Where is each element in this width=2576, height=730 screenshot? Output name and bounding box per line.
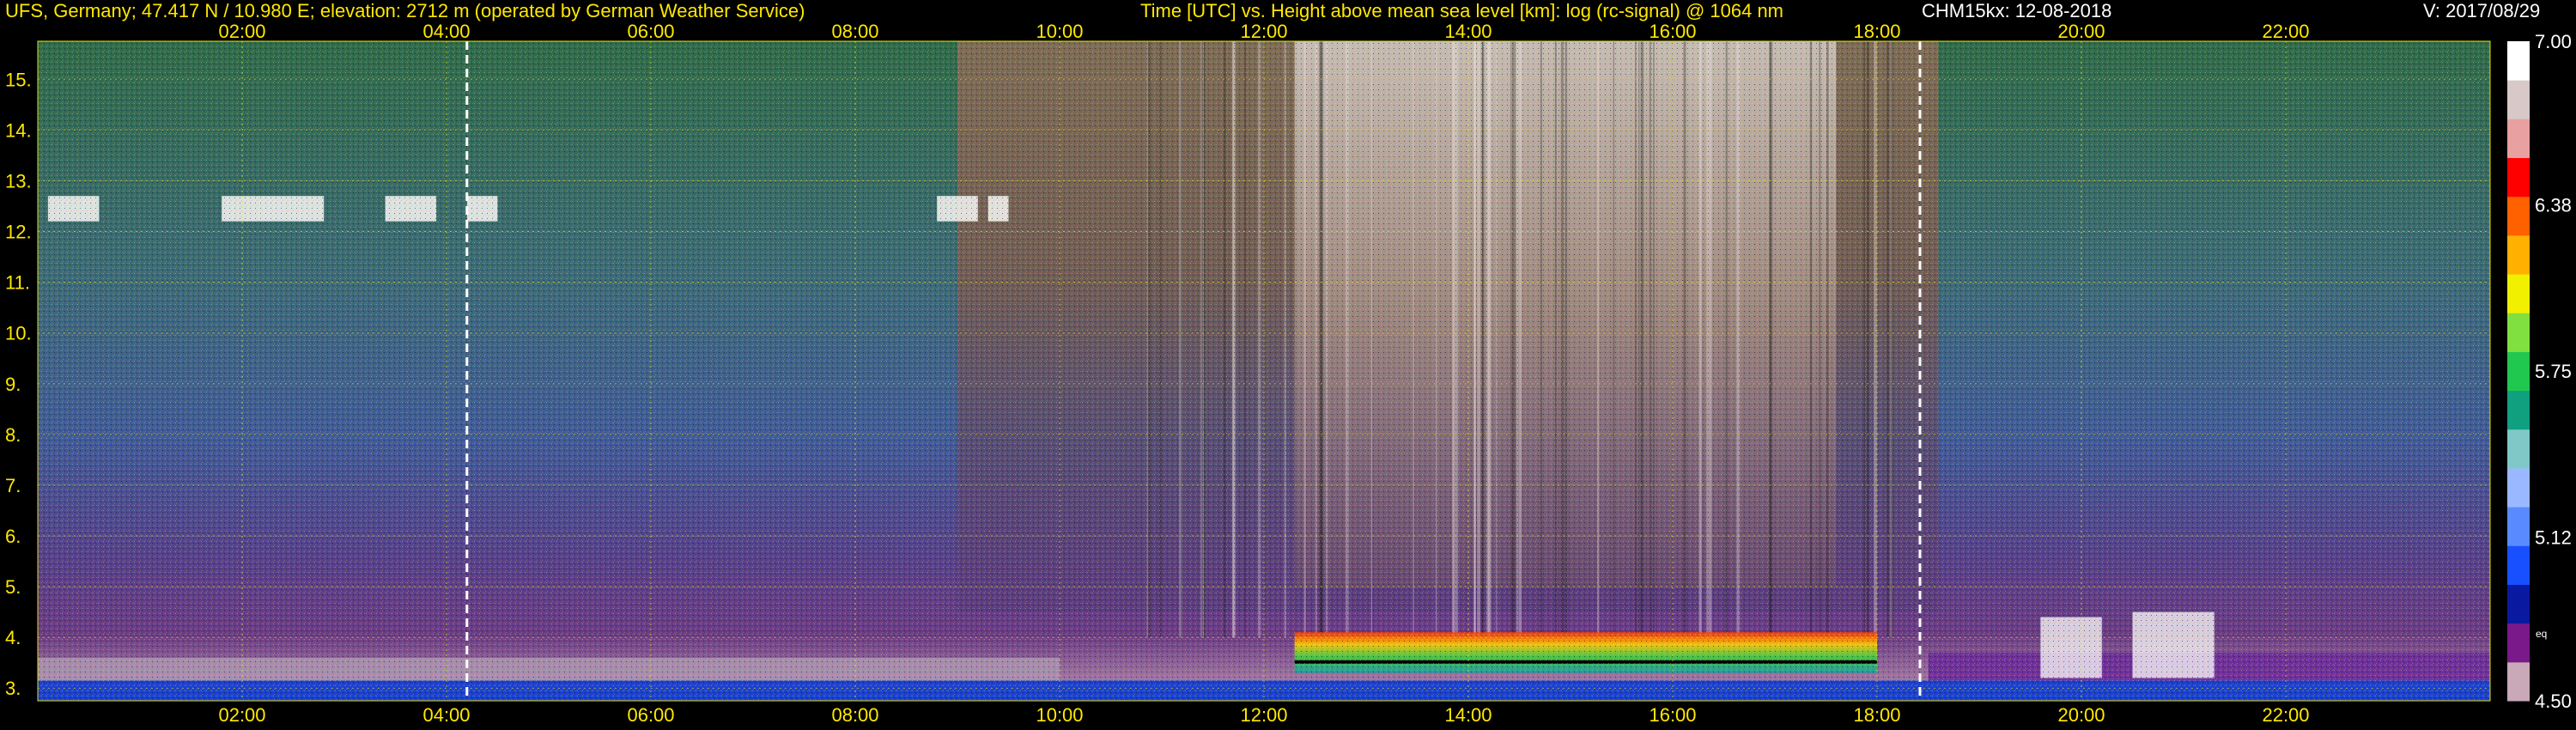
- y-tick-label: 11.: [5, 272, 30, 294]
- colorbar-segment: [2507, 351, 2530, 392]
- y-tick-label: 14.: [5, 119, 32, 141]
- colorbar: 7.00 6.38 5.75 5.12 4.50 eq: [2507, 31, 2572, 712]
- colorbar-segment: [2507, 390, 2530, 430]
- x-tick-label-bottom: 06:00: [627, 704, 674, 726]
- colorbar-segment: [2507, 507, 2530, 546]
- colorbar-segment: [2507, 623, 2530, 663]
- x-tick-label-top: 04:00: [422, 21, 470, 42]
- x-tick-label-top: 12:00: [1240, 21, 1287, 42]
- x-tick-label-top: 10:00: [1036, 21, 1083, 42]
- y-tick-label: 9.: [5, 374, 21, 395]
- x-tick-label-top: 14:00: [1444, 21, 1492, 42]
- colorbar-segment: [2507, 429, 2530, 469]
- colorbar-label: 4.50: [2535, 690, 2572, 712]
- x-tick-label-top: 16:00: [1649, 21, 1696, 42]
- colorbar-segment: [2507, 196, 2530, 236]
- y-tick-label: 15.: [5, 69, 32, 90]
- colorbar-segment: [2507, 584, 2530, 624]
- colorbar-segment: [2507, 661, 2530, 702]
- y-tick-label: 8.: [5, 424, 21, 446]
- y-tick-label: 6.: [5, 526, 21, 547]
- y-tick-label: 7.: [5, 475, 21, 496]
- x-tick-label-bottom: 18:00: [1853, 704, 1900, 726]
- ceilometer-plot: 02:00 02:00 04:00 04:00 06:00 06:00 08:00 08:00…: [5, 21, 2572, 726]
- colorbar-label: 6.38: [2535, 194, 2572, 216]
- colorbar-segment: [2507, 157, 2530, 198]
- colorbar-label: 5.12: [2535, 527, 2572, 549]
- x-tick-label-top: 22:00: [2262, 21, 2309, 42]
- colorbar-segment: [2507, 545, 2530, 585]
- colorbar-segment: [2507, 119, 2530, 159]
- x-tick-label-bottom: 22:00: [2262, 704, 2309, 726]
- x-tick-label-top: 06:00: [627, 21, 674, 42]
- x-tick-label-bottom: 12:00: [1240, 704, 1287, 726]
- x-tick-label-bottom: 08:00: [831, 704, 878, 726]
- y-tick-label: 5.: [5, 576, 21, 598]
- colorbar-unit: eq: [2536, 628, 2547, 640]
- colorbar-segment: [2507, 41, 2530, 81]
- colorbar-segment: [2507, 313, 2530, 352]
- y-tick-label: 13.: [5, 170, 32, 192]
- x-tick-label-top: 20:00: [2057, 21, 2105, 42]
- x-tick-label-bottom: 10:00: [1036, 704, 1083, 726]
- x-tick-label-top: 08:00: [831, 21, 878, 42]
- x-tick-label-top: 02:00: [218, 21, 265, 42]
- x-tick-label-bottom: 16:00: [1649, 704, 1696, 726]
- x-tick-label-bottom: 20:00: [2057, 704, 2105, 726]
- x-tick-label-top: 18:00: [1853, 21, 1900, 42]
- x-tick-label-bottom: 14:00: [1444, 704, 1492, 726]
- colorbar-segment: [2507, 467, 2530, 508]
- x-tick-label-bottom: 04:00: [422, 704, 470, 726]
- y-tick-label: 3.: [5, 678, 21, 699]
- colorbar-segment: [2507, 274, 2530, 313]
- colorbar-segment: [2507, 234, 2530, 275]
- colorbar-segment: [2507, 80, 2530, 119]
- y-tick-label: 10.: [5, 323, 32, 344]
- x-tick-label-bottom: 02:00: [218, 704, 265, 726]
- colorbar-label: 7.00: [2535, 31, 2572, 52]
- y-tick-label: 4.: [5, 627, 21, 648]
- colorbar-label: 5.75: [2535, 361, 2572, 382]
- y-tick-label: 12.: [5, 222, 32, 243]
